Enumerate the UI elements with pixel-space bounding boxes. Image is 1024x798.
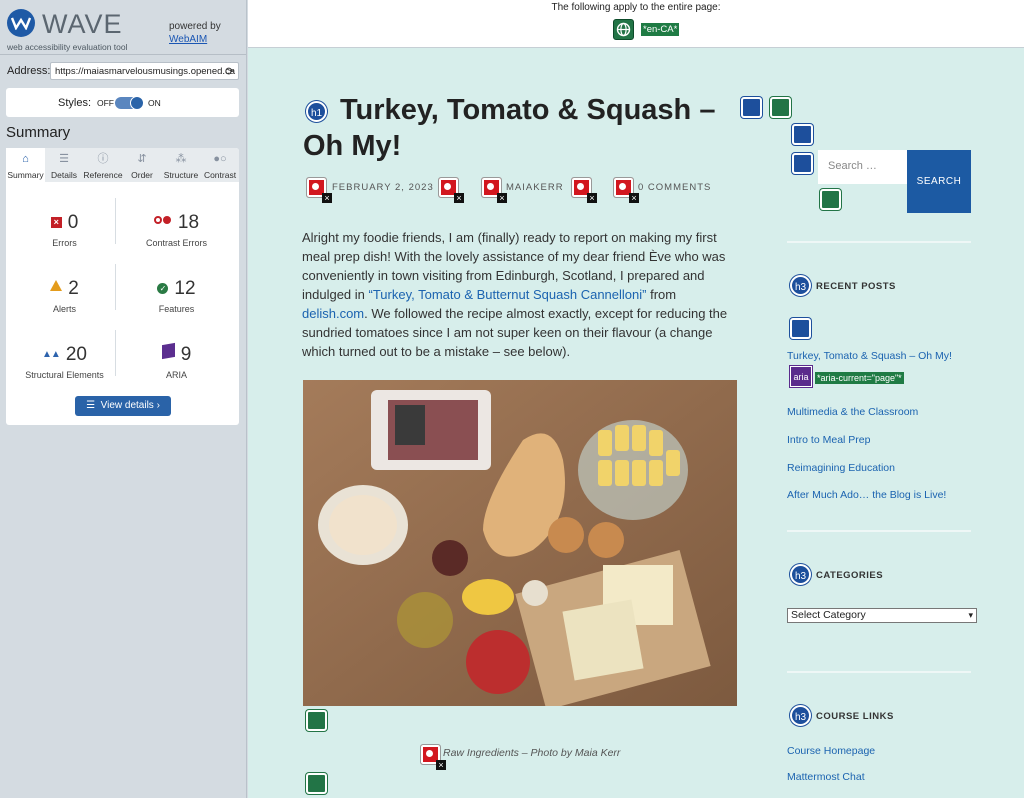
post-author[interactable]: MAIAKERR: [506, 182, 564, 193]
contrast-error-icon[interactable]: [420, 744, 446, 770]
summary-title: Summary: [6, 124, 71, 141]
recent-posts-heading: RECENT POSTS: [816, 281, 896, 292]
post-date[interactable]: FEBRUARY 2, 2023: [332, 182, 434, 193]
tab-summary[interactable]: ⌂ Summary: [6, 148, 45, 182]
styles-off-label: OFF: [97, 98, 114, 108]
styles-on-label: ON: [148, 98, 161, 108]
course-link[interactable]: Mattermost Chat: [787, 771, 865, 783]
tab-structure[interactable]: ⁂ Structure: [161, 148, 201, 182]
aside-region-icon[interactable]: [792, 124, 813, 145]
aria-icon[interactable]: aria: [790, 366, 812, 387]
contrast-icon: ●○: [213, 153, 227, 165]
info-icon: ⓘ: [97, 153, 109, 165]
stat-alerts[interactable]: 2 Alerts: [12, 278, 117, 314]
tab-contrast[interactable]: ●○ Contrast: [201, 148, 239, 182]
evaluated-page: The following apply to the entire page: …: [248, 0, 1024, 798]
divider: [787, 671, 971, 673]
structure-icon: ▲▲: [42, 349, 61, 360]
toggle-knob: [130, 96, 144, 110]
order-icon: ⇵: [137, 153, 147, 165]
ingredients-photo: [303, 380, 737, 706]
recent-post-link[interactable]: After Much Ado… the Blog is Live!: [787, 489, 946, 501]
page-level-bar: The following apply to the entire page: …: [248, 0, 1024, 48]
feature-icon: ✓: [157, 283, 169, 294]
categories-heading: CATEGORIES: [816, 570, 884, 581]
recent-post-link[interactable]: Intro to Meal Prep: [787, 434, 870, 446]
delish-link[interactable]: delish.com: [302, 306, 364, 321]
page-level-text: The following apply to the entire page:: [551, 2, 721, 13]
header-region-icon[interactable]: [741, 97, 762, 118]
course-links-heading: COURSE LINKS: [816, 711, 894, 722]
styles-label: Styles:: [58, 97, 92, 109]
styles-toggle-box: Styles: OFF ON: [6, 88, 239, 117]
course-link[interactable]: Course Homepage: [787, 745, 875, 757]
wave-tagline: web accessibility evaluation tool: [7, 42, 128, 52]
reload-icon[interactable]: ⟳: [225, 65, 234, 78]
h3-badge-icon[interactable]: h3: [790, 275, 811, 296]
wave-header: WAVE web accessibility evaluation tool p…: [0, 0, 246, 55]
webaim-link[interactable]: WebAIM: [169, 33, 221, 46]
tab-bar: ⌂ Summary ☰ Details ⓘ Reference ⇵ Order …: [6, 148, 239, 182]
contrast-error-icon[interactable]: [438, 177, 464, 203]
recipe-link[interactable]: “Turkey, Tomato & Butternut Squash Canne…: [369, 287, 647, 302]
address-input[interactable]: https://maiasmarvelousmusings.opened.ca: [50, 62, 239, 80]
language-tag: *en-CA*: [641, 23, 680, 36]
stat-contrast-errors[interactable]: 18 Contrast Errors: [124, 212, 229, 248]
stat-aria[interactable]: 9 ARIA: [124, 342, 229, 380]
contrast-error-icon[interactable]: [481, 177, 507, 203]
search-region-icon[interactable]: [792, 153, 813, 174]
recent-post-link[interactable]: Turkey, Tomato & Squash – Oh My!: [787, 350, 952, 362]
powered-by-text: powered by: [169, 21, 221, 32]
view-details-button[interactable]: ☰ View details ›: [75, 396, 171, 416]
error-icon: ×: [50, 217, 62, 228]
divider: [787, 241, 971, 243]
recent-post-link[interactable]: Multimedia & the Classroom: [787, 406, 918, 418]
summary-panel: ⌂ Summary ☰ Details ⓘ Reference ⇵ Order …: [6, 148, 239, 425]
structure-icon: ⁂: [175, 153, 187, 165]
alt-text-icon[interactable]: [306, 710, 327, 731]
post-title: Turkey, Tomato & Squash – Oh My!: [303, 94, 716, 162]
alert-icon: [50, 280, 63, 291]
tab-reference[interactable]: ⓘ Reference: [83, 148, 123, 182]
post-comments[interactable]: 0 COMMENTS: [638, 182, 711, 193]
stat-structural[interactable]: ▲▲ 20 Structural Elements: [12, 344, 117, 380]
tab-order[interactable]: ⇵ Order: [123, 148, 161, 182]
divider: [787, 530, 971, 532]
aria-current-tag: *aria-current="page"*: [815, 372, 904, 384]
address-label: Address:: [7, 65, 51, 77]
wave-sidebar: WAVE web accessibility evaluation tool p…: [0, 0, 247, 798]
contrast-error-icon: [153, 216, 172, 224]
h3-badge-icon[interactable]: h3: [790, 705, 811, 726]
h3-badge-icon[interactable]: h3: [790, 564, 811, 585]
list-icon[interactable]: [790, 318, 811, 339]
list-icon: ☰: [86, 400, 101, 411]
search-button[interactable]: SEARCH: [907, 150, 971, 213]
globe-icon[interactable]: [613, 19, 634, 40]
contrast-error-icon[interactable]: [306, 177, 332, 203]
powered-by: powered by WebAIM: [169, 20, 221, 46]
search-input[interactable]: Search …: [818, 150, 907, 184]
chevron-down-icon: ▾: [968, 610, 973, 620]
post-body: Alright my foodie friends, I am (finally…: [302, 230, 728, 359]
stat-features[interactable]: ✓ 12 Features: [124, 278, 229, 314]
aria-icon: [161, 342, 175, 360]
wave-logo-icon: [7, 9, 35, 37]
photo-caption: Raw Ingredients – Photo by Maia Kerr: [443, 747, 621, 759]
wave-brand: WAVE: [42, 9, 123, 39]
stat-errors[interactable]: × 0 Errors: [12, 212, 117, 248]
contrast-error-icon[interactable]: [613, 177, 639, 203]
skip-link-icon[interactable]: [770, 97, 791, 118]
list-icon: ☰: [59, 153, 69, 165]
figure-icon[interactable]: [306, 773, 327, 794]
home-icon: ⌂: [22, 153, 29, 165]
label-icon[interactable]: [820, 189, 841, 210]
category-select[interactable]: Select Category ▾: [787, 608, 977, 623]
contrast-error-icon[interactable]: [571, 177, 597, 203]
recent-post-link[interactable]: Reimagining Education: [787, 462, 895, 474]
tab-details[interactable]: ☰ Details: [45, 148, 83, 182]
styles-toggle[interactable]: [115, 96, 144, 110]
